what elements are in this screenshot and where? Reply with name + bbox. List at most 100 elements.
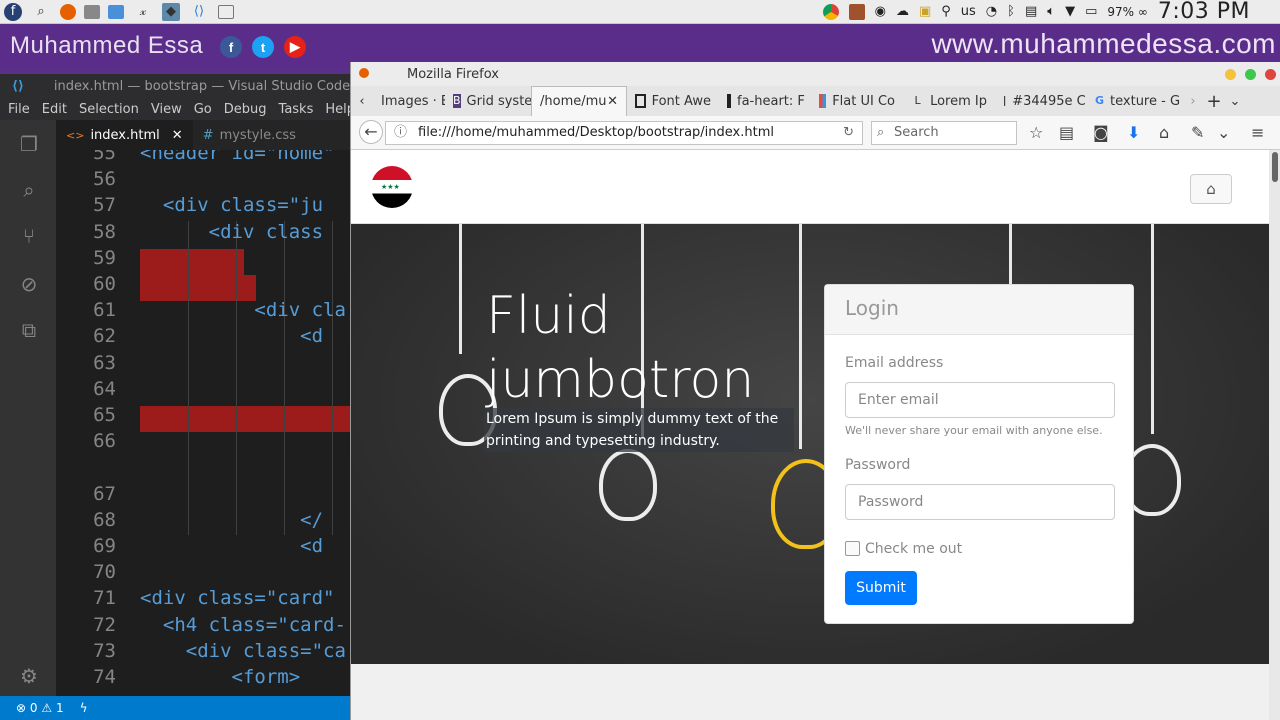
pocket-icon[interactable]: ◙ — [1093, 123, 1109, 142]
code-line[interactable]: <div class — [140, 221, 323, 243]
home-button[interactable]: ⌂ — [1190, 174, 1232, 204]
code-editor[interactable]: 55 <header id="home" 56 57 <div class="ju 58… — [56, 150, 352, 696]
submit-button[interactable]: Submit — [845, 571, 917, 605]
page-scrollbar[interactable] — [1269, 150, 1280, 720]
reading-list-icon[interactable]: ▤ — [1059, 123, 1074, 142]
vscode-launcher-icon[interactable]: ⟨⟩ — [188, 3, 210, 21]
tabs-scroll-left-icon[interactable]: ‹ — [351, 94, 373, 109]
search-bar[interactable]: ⌕ Search — [871, 121, 1017, 145]
lightning-icon[interactable]: ϟ — [80, 701, 88, 715]
channel-name: Muhammed Essa — [10, 32, 204, 59]
browser-tab[interactable]: fa-heart: F — [719, 86, 811, 116]
chrome-icon[interactable] — [822, 3, 839, 20]
browser-tab[interactable]: Gtexture - G — [1087, 86, 1183, 116]
update-icon[interactable]: ◉ — [875, 4, 886, 19]
fedora-menu-icon[interactable]: f — [4, 2, 22, 21]
firefox-launcher-icon[interactable] — [60, 3, 76, 20]
code-line[interactable]: <d — [140, 535, 323, 557]
bookmark-star-icon[interactable]: ☆ — [1029, 123, 1043, 142]
code-line[interactable]: <h4 class="card- — [140, 614, 346, 636]
checkbox-label[interactable]: Check me out — [865, 541, 962, 557]
code-line[interactable]: <div cla — [140, 299, 346, 321]
reload-icon[interactable]: ↻ — [843, 122, 854, 144]
code-line[interactable]: <header id="home" — [140, 150, 334, 164]
close-button[interactable] — [1265, 69, 1276, 80]
clipboard-icon[interactable]: ▤ — [1025, 4, 1037, 19]
menu-view[interactable]: View — [151, 102, 182, 117]
code-line[interactable]: <div class="ju — [140, 194, 323, 216]
package-icon[interactable]: ▣ — [919, 4, 931, 19]
maximize-button[interactable] — [1245, 69, 1256, 80]
code-line[interactable]: <form> — [140, 666, 301, 688]
explorer-icon[interactable]: ❐ — [16, 132, 42, 158]
close-tab-icon[interactable]: ✕ — [607, 94, 618, 109]
search-icon[interactable]: ⌕ — [30, 3, 52, 21]
cloud-icon[interactable]: ☁ — [896, 4, 909, 19]
code-line[interactable]: <div class="card" — [140, 587, 334, 609]
line-number: 71 — [93, 587, 116, 610]
new-tab-icon[interactable]: + — [1203, 91, 1225, 112]
browser-tab[interactable]: Images · E — [373, 86, 445, 116]
wifi-icon[interactable]: ◔ — [986, 4, 997, 19]
tab-mystyle-css[interactable]: # mystyle.css — [193, 120, 306, 150]
overflow-chevron-icon[interactable]: ⌄ — [1217, 123, 1230, 142]
browser-tab[interactable]: Flat UI Co — [811, 86, 903, 116]
info-icon[interactable]: ⓘ — [394, 122, 407, 144]
url-text[interactable]: file:///home/muhammed/Desktop/bootstrap/… — [418, 125, 774, 140]
tab-index-html[interactable]: <> index.html ✕ — [56, 120, 193, 150]
warning-count[interactable]: 1 — [56, 701, 64, 715]
browser-tab[interactable]: ǀ #34495e C — [995, 86, 1087, 116]
tabs-scroll-right-icon[interactable]: › — [1183, 94, 1203, 109]
browser-tab[interactable]: B Grid syste — [445, 86, 531, 116]
url-bar[interactable]: ⓘ file:///home/muhammed/Desktop/bootstra… — [385, 121, 863, 145]
keyboard-layout[interactable]: us — [961, 4, 976, 19]
menu-tasks[interactable]: Tasks — [279, 102, 314, 117]
clock[interactable]: 7:03 PM — [1158, 0, 1250, 24]
settings-gear-icon[interactable]: ⚙ — [16, 664, 42, 690]
code-line[interactable]: <div class="ca — [140, 640, 346, 662]
font-awesome-icon — [727, 94, 731, 108]
password-input[interactable]: Password — [845, 484, 1115, 520]
volume-icon[interactable]: 🔈︎ — [1047, 4, 1055, 19]
list-tabs-icon[interactable]: ⌄ — [1225, 94, 1245, 109]
browser-tab[interactable]: L Lorem Ip — [903, 86, 995, 116]
network-tray-icon[interactable]: ⚲ — [941, 4, 951, 19]
app-tray-icon[interactable] — [848, 3, 865, 20]
source-control-icon[interactable]: ⑂ — [16, 224, 42, 250]
warning-icon[interactable]: ⚠ — [41, 701, 52, 715]
extensions-icon[interactable]: ⧉ — [16, 318, 42, 344]
menu-file[interactable]: File — [8, 102, 30, 117]
close-icon[interactable]: ✕ — [172, 128, 183, 143]
iraq-flag-logo[interactable]: ★★★ — [371, 166, 413, 208]
home-icon[interactable]: ⌂ — [1159, 123, 1169, 142]
battery-icon[interactable]: ▭ — [1085, 4, 1097, 19]
menu-selection[interactable]: Selection — [79, 102, 139, 117]
email-input[interactable]: Enter email — [845, 382, 1115, 418]
terminal-launcher-icon[interactable] — [84, 4, 100, 19]
text-editor-launcher-icon[interactable]: 𝓍 — [132, 3, 154, 21]
menu-go[interactable]: Go — [194, 102, 212, 117]
editor-tabs: <> index.html ✕ # mystyle.css — [56, 120, 352, 150]
browser-tab-active[interactable]: /home/mu ✕ — [531, 86, 627, 116]
search-icon[interactable]: ⌕ — [16, 178, 42, 204]
menu-edit[interactable]: Edit — [42, 102, 67, 117]
downloads-icon[interactable]: ⬇ — [1127, 123, 1140, 142]
menu-debug[interactable]: Debug — [224, 102, 267, 117]
image-viewer-launcher-icon[interactable] — [218, 4, 234, 19]
dropdown-icon[interactable]: ▼ — [1065, 4, 1075, 19]
files-launcher-icon[interactable] — [108, 4, 124, 19]
minimize-button[interactable] — [1225, 69, 1236, 80]
bluetooth-icon[interactable]: ᛒ — [1007, 4, 1015, 19]
check-me-out-checkbox[interactable] — [845, 541, 860, 556]
extension-icon[interactable]: ✎ — [1191, 123, 1204, 142]
hamburger-menu-icon[interactable]: ≡ — [1251, 123, 1264, 142]
back-button-icon[interactable]: ← — [359, 120, 383, 144]
error-icon[interactable]: ⊗ — [16, 701, 26, 715]
code-line[interactable]: </ — [140, 509, 323, 531]
scrollbar-thumb[interactable] — [1272, 152, 1278, 182]
browser-tab[interactable]: Font Awe — [627, 86, 719, 116]
inkscape-launcher-icon[interactable]: ◆ — [162, 2, 180, 21]
code-line[interactable]: <d — [140, 325, 323, 347]
error-count[interactable]: 0 — [30, 701, 38, 715]
debug-icon[interactable]: ⊘ — [16, 272, 42, 298]
